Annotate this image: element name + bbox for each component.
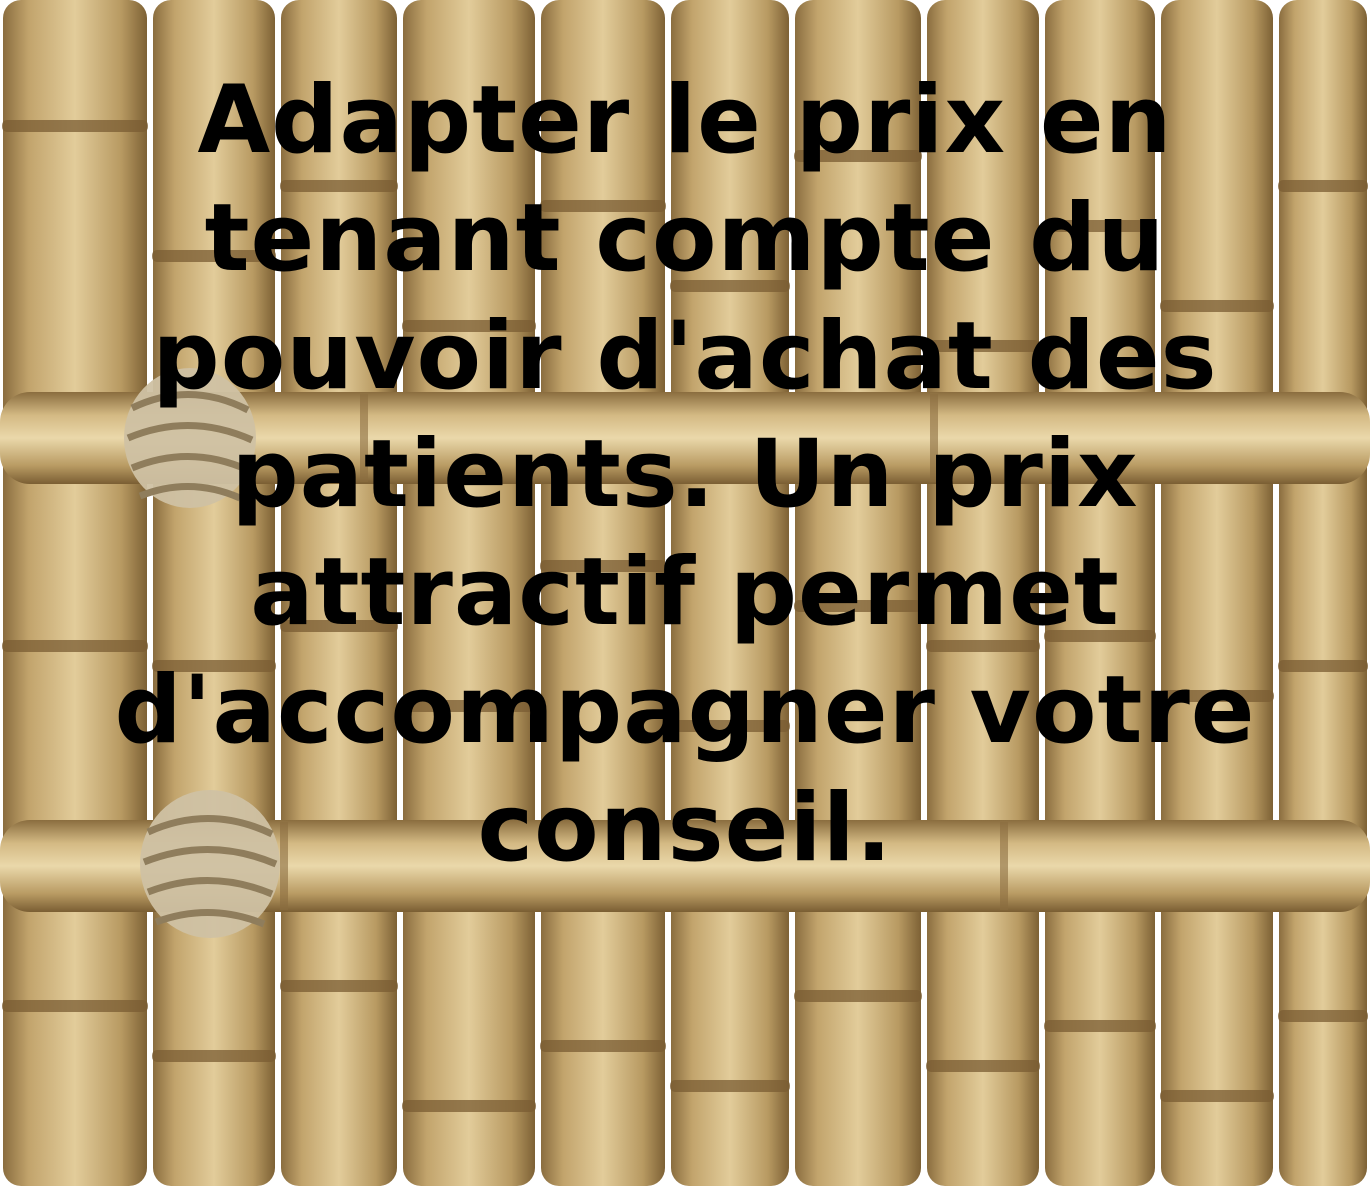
caption-line: tenant compte du: [204, 184, 1166, 293]
bamboo-node: [670, 1080, 790, 1092]
caption-line: patients. Un prix: [231, 420, 1139, 529]
bamboo-node: [1160, 1090, 1274, 1102]
caption-line: attractif permet: [250, 538, 1120, 647]
bamboo-card: Adapter le prix en tenant compte du pouv…: [0, 0, 1370, 1186]
bamboo-node: [402, 1100, 536, 1112]
caption-text: Adapter le prix en tenant compte du pouv…: [60, 62, 1310, 888]
bamboo-node: [280, 980, 398, 992]
caption-line: pouvoir d'achat des: [152, 302, 1218, 411]
bamboo-node: [1044, 1020, 1156, 1032]
bamboo-node: [152, 1050, 276, 1062]
bamboo-node: [540, 1040, 666, 1052]
caption-line: d'accompagner votre: [114, 656, 1256, 765]
bamboo-node: [1278, 1010, 1368, 1022]
caption-line: Adapter le prix en: [197, 66, 1173, 175]
caption-line: conseil.: [477, 774, 893, 883]
bamboo-node: [2, 1000, 148, 1012]
bamboo-node: [794, 990, 922, 1002]
bamboo-node: [926, 1060, 1040, 1072]
